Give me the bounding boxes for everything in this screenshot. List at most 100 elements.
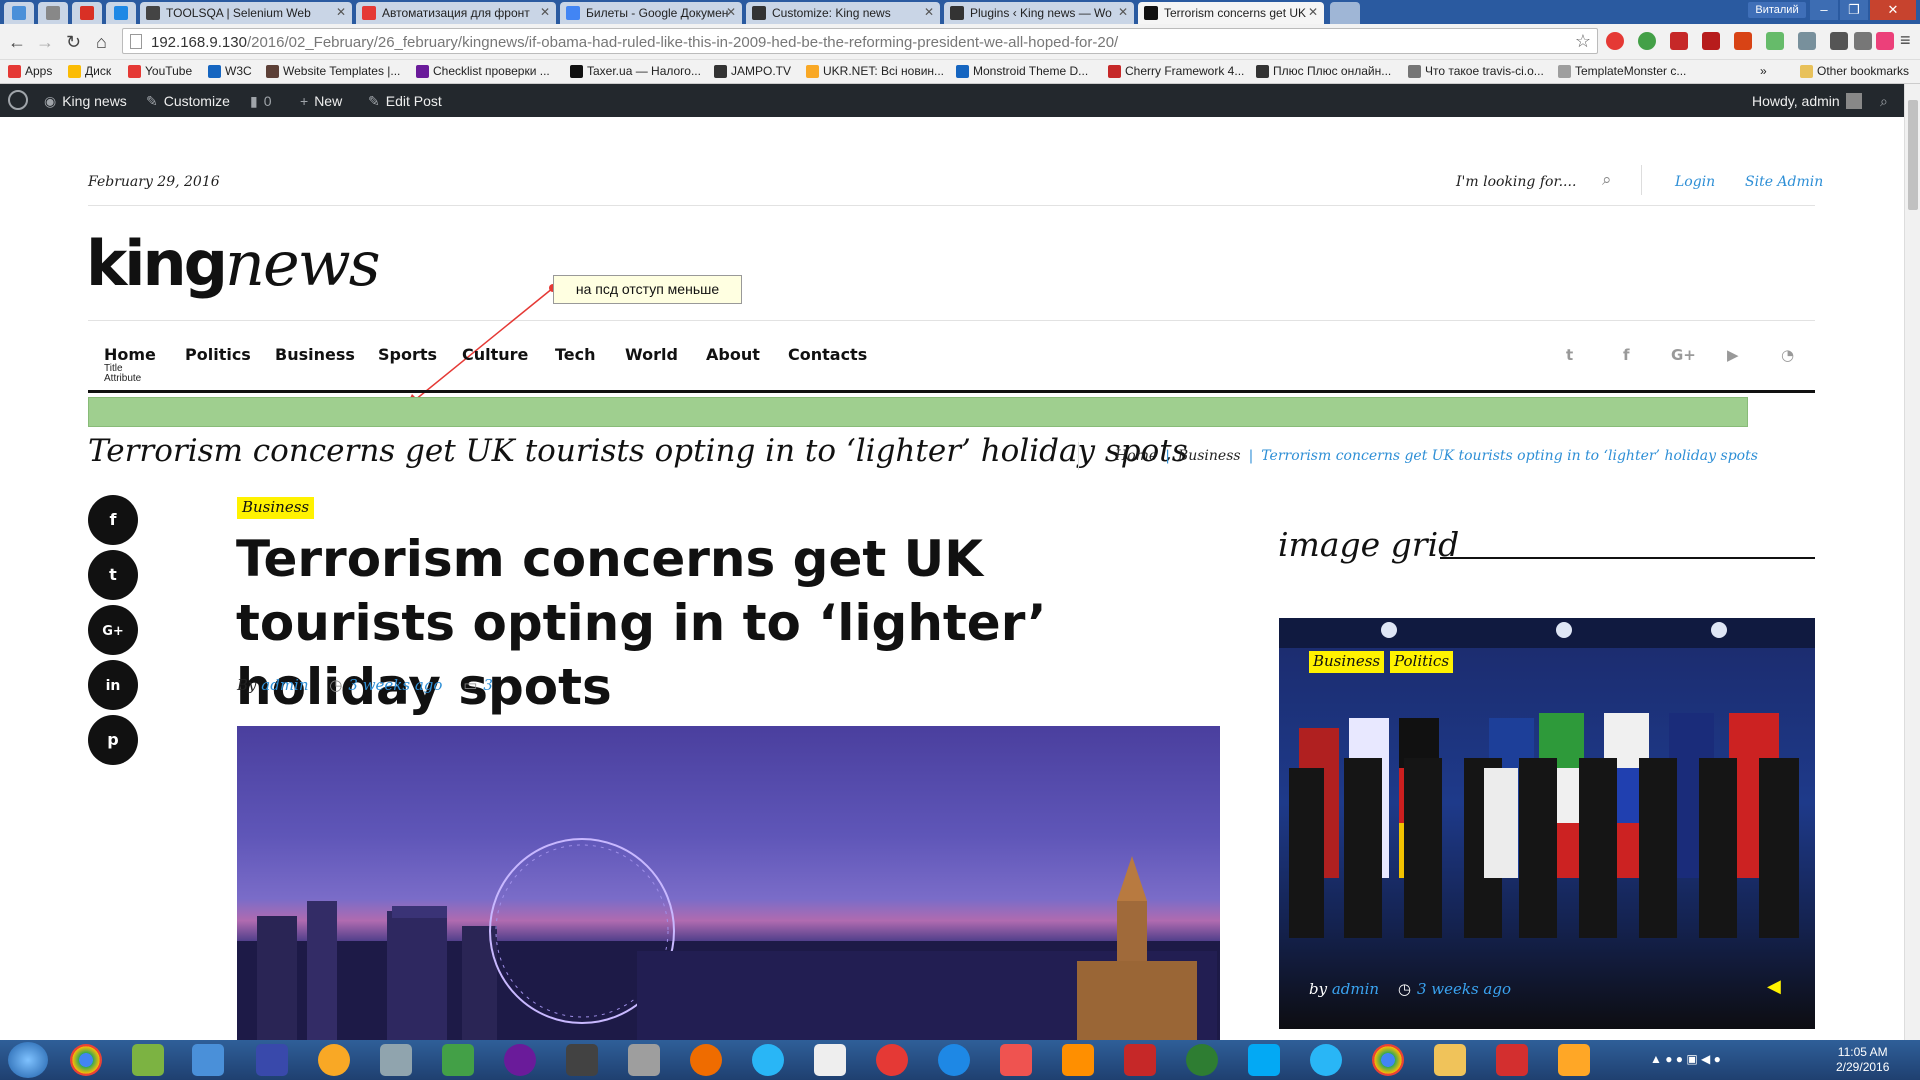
share-icon[interactable]: ◀ — [1767, 976, 1781, 997]
close-icon[interactable]: ✕ — [1308, 5, 1318, 19]
nav-politics[interactable]: Politics — [185, 345, 251, 364]
wordpress-icon[interactable] — [8, 90, 28, 110]
app-icon[interactable] — [1062, 1044, 1094, 1076]
admin-comments-link[interactable]: ▮ 0 — [250, 93, 272, 110]
bookmark-checklist[interactable]: Checklist проверки ... — [416, 64, 550, 78]
app-icon[interactable] — [628, 1044, 660, 1076]
maximize-button[interactable]: ❐ — [1840, 0, 1868, 20]
grid-badge-politics[interactable]: Politics — [1390, 651, 1454, 673]
comments-link[interactable]: 3 — [483, 676, 493, 694]
bookmark-taxer[interactable]: Taxer.ua — Налого... — [570, 64, 701, 78]
grid-date-link[interactable]: 3 weeks ago — [1417, 980, 1511, 998]
app-icon[interactable] — [318, 1044, 350, 1076]
bookmark-cherry[interactable]: Cherry Framework 4... — [1108, 64, 1244, 78]
tab-pinned-1[interactable] — [4, 2, 34, 24]
firefox-icon[interactable] — [690, 1044, 722, 1076]
nav-home[interactable]: Home — [104, 345, 156, 364]
tab-pinned-3[interactable] — [72, 2, 102, 24]
site-logo[interactable]: kingnews — [86, 227, 381, 300]
forward-icon[interactable]: → — [36, 32, 54, 53]
login-link[interactable]: Login — [1675, 174, 1715, 190]
admin-customize-link[interactable]: ✎ Customize — [146, 93, 230, 110]
nav-contacts[interactable]: Contacts — [788, 345, 867, 364]
nav-culture[interactable]: Culture — [462, 345, 528, 364]
bookmark-jampo[interactable]: JAMPO.TV — [714, 64, 791, 78]
grid-badge-business[interactable]: Business — [1309, 651, 1385, 673]
bookmark-website-templates[interactable]: Website Templates |... — [266, 64, 400, 78]
bookmark-disk[interactable]: Диск — [68, 64, 111, 78]
tab-google-docs[interactable]: Билеты - Google Докумен ✕ — [560, 2, 742, 24]
app-icon[interactable] — [938, 1044, 970, 1076]
system-tray[interactable]: ▲ ● ● ▣ ◀ ● — [1650, 1052, 1820, 1068]
vivaldi-icon[interactable] — [1000, 1044, 1032, 1076]
grid-author-link[interactable]: admin — [1332, 980, 1379, 998]
youtube-icon[interactable]: ▶ — [1727, 346, 1739, 364]
skype-icon[interactable] — [192, 1044, 224, 1076]
google-plus-icon[interactable]: G+ — [1671, 346, 1696, 364]
back-icon[interactable]: ← — [8, 32, 26, 53]
minimize-button[interactable]: – — [1810, 0, 1838, 20]
search-icon[interactable]: ⌕ — [1602, 170, 1612, 190]
share-linkedin-button[interactable]: in — [88, 660, 138, 710]
opera-icon[interactable] — [876, 1044, 908, 1076]
admin-site-link[interactable]: ◉ King news — [44, 93, 127, 110]
close-icon[interactable]: ✕ — [540, 5, 550, 19]
telegram-icon[interactable] — [1310, 1044, 1342, 1076]
close-icon[interactable]: ✕ — [726, 5, 736, 19]
category-badge[interactable]: Business — [237, 497, 315, 519]
extension-icon[interactable] — [1876, 32, 1894, 50]
admin-edit-post-link[interactable]: ✎ Edit Post — [368, 93, 442, 110]
facebook-icon[interactable]: f — [1623, 346, 1630, 364]
app-icon[interactable] — [1124, 1044, 1156, 1076]
share-facebook-button[interactable]: f — [88, 495, 138, 545]
image-grid-card[interactable]: Business Politics by admin ◷ 3 weeks ago … — [1279, 618, 1815, 1029]
nav-world[interactable]: World — [625, 345, 678, 364]
bookmark-w3c[interactable]: W3C — [208, 64, 252, 78]
tab-customize[interactable]: Customize: King news ✕ — [746, 2, 940, 24]
extension-icon[interactable] — [1638, 32, 1656, 50]
other-bookmarks[interactable]: Other bookmarks — [1800, 64, 1909, 78]
app-icon[interactable] — [1558, 1044, 1590, 1076]
nav-business[interactable]: Business — [275, 345, 355, 364]
admin-search-icon[interactable]: ⌕ — [1880, 93, 1888, 110]
ie-icon[interactable] — [752, 1044, 784, 1076]
date-link[interactable]: 3 weeks ago — [348, 676, 442, 694]
share-pinterest-button[interactable]: p — [88, 715, 138, 765]
share-twitter-button[interactable]: t — [88, 550, 138, 600]
menu-icon[interactable]: ≡ — [1900, 30, 1911, 51]
extension-icon[interactable] — [1766, 32, 1784, 50]
save-icon[interactable] — [256, 1044, 288, 1076]
settings-icon[interactable] — [1830, 32, 1848, 50]
breadcrumb-category[interactable]: Business — [1178, 448, 1241, 464]
search-input[interactable]: I'm looking for.... — [1456, 174, 1576, 190]
admin-account[interactable]: Howdy, admin — [1752, 93, 1862, 109]
skype-icon[interactable] — [1248, 1044, 1280, 1076]
tab-youtube[interactable]: Автоматизация для фронт ✕ — [356, 2, 556, 24]
bookmark-youtube[interactable]: YouTube — [128, 64, 192, 78]
share-google-plus-button[interactable]: G+ — [88, 605, 138, 655]
bookmark-templatemonster[interactable]: TemplateMonster c... — [1558, 64, 1686, 78]
close-icon[interactable]: ✕ — [1118, 5, 1128, 19]
extension-icon[interactable] — [1702, 32, 1720, 50]
site-admin-link[interactable]: Site Admin — [1745, 174, 1823, 190]
sublime-icon[interactable] — [566, 1044, 598, 1076]
user-badge[interactable]: Виталий — [1748, 2, 1806, 18]
yandex-icon[interactable] — [814, 1044, 846, 1076]
extension-icon[interactable] — [1670, 32, 1688, 50]
taskbar-clock[interactable]: 11:05 AM 2/29/2016 — [1836, 1045, 1889, 1075]
home-icon[interactable]: ⌂ — [96, 32, 107, 53]
new-tab-button[interactable] — [1330, 2, 1360, 24]
close-icon[interactable]: ✕ — [924, 5, 934, 19]
nav-sports[interactable]: Sports — [378, 345, 437, 364]
page-scrollbar[interactable] — [1904, 84, 1920, 1040]
reload-icon[interactable]: ↻ — [66, 32, 81, 53]
close-icon[interactable]: ✕ — [336, 5, 346, 19]
author-link[interactable]: admin — [261, 676, 308, 694]
extension-icon[interactable] — [1798, 32, 1816, 50]
start-button[interactable] — [8, 1042, 48, 1078]
chrome-icon[interactable] — [70, 1044, 102, 1076]
twitter-icon[interactable]: t — [1566, 346, 1573, 364]
bookmark-plus-plus[interactable]: Плюс Плюс онлайн... — [1256, 64, 1391, 78]
calculator-icon[interactable] — [380, 1044, 412, 1076]
app-icon[interactable] — [1186, 1044, 1218, 1076]
